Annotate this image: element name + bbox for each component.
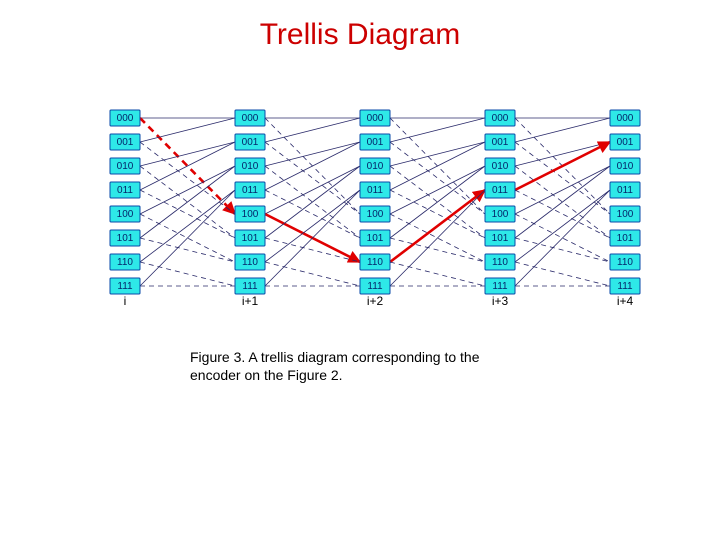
trellis-edge — [390, 190, 485, 286]
trellis-edge — [140, 142, 235, 190]
state-label: 111 — [617, 281, 633, 292]
trellis-edge — [140, 262, 235, 286]
trellis-edge — [265, 142, 360, 166]
state-label: 111 — [242, 281, 258, 292]
state-label: 001 — [617, 137, 634, 148]
trellis-edge — [140, 142, 235, 166]
trellis-edge — [265, 166, 360, 214]
state-label: 101 — [117, 233, 134, 244]
trellis-edge — [265, 262, 360, 286]
state-label: 011 — [117, 185, 133, 196]
trellis-edge — [140, 166, 235, 214]
state-label: 101 — [242, 233, 259, 244]
state-label: 110 — [492, 257, 508, 268]
state-label: 011 — [617, 185, 633, 196]
state-label: 110 — [242, 257, 258, 268]
trellis-edge — [390, 118, 485, 142]
state-label: 001 — [492, 137, 509, 148]
state-label: 000 — [617, 113, 634, 124]
state-label: 101 — [492, 233, 509, 244]
trellis-edge — [265, 142, 360, 214]
trellis-edge — [265, 238, 360, 262]
trellis-diagram: 000 001 010 011 100 101 110 111 i 000 001 010 011 100… — [90, 100, 650, 330]
trellis-edge — [515, 262, 610, 286]
trellis-edge — [515, 118, 610, 142]
state-label: 011 — [242, 185, 258, 196]
trellis-edge — [390, 142, 485, 190]
trellis-edge — [515, 190, 610, 286]
state-label: 111 — [492, 281, 508, 292]
trellis-edge — [515, 142, 610, 166]
state-label: 001 — [242, 137, 259, 148]
trellis-edge — [515, 142, 610, 190]
trellis-edge — [265, 118, 360, 142]
trellis-edge — [515, 142, 610, 214]
stage-label: i+1 — [242, 294, 259, 308]
state-label: 111 — [117, 281, 133, 292]
trellis-edge — [515, 238, 610, 262]
trellis-edge — [140, 238, 235, 262]
trellis-edge — [140, 190, 235, 238]
state-label: 011 — [492, 185, 508, 196]
trellis-edge — [140, 190, 235, 286]
trellis-edge — [390, 142, 485, 214]
state-label: 010 — [117, 161, 134, 172]
stage-label: i — [124, 294, 127, 308]
trellis-edge — [515, 166, 610, 214]
state-label: 010 — [242, 161, 259, 172]
figure-caption: Figure 3. A trellis diagram correspondin… — [190, 348, 530, 384]
state-label: 000 — [117, 113, 134, 124]
state-label: 010 — [492, 161, 509, 172]
stage-label: i+4 — [617, 294, 634, 308]
state-label: 101 — [617, 233, 634, 244]
trellis-edge — [140, 190, 235, 262]
state-label: 100 — [367, 209, 384, 220]
state-label: 000 — [492, 113, 509, 124]
trellis-edge — [265, 190, 360, 262]
state-label: 100 — [617, 209, 634, 220]
state-label: 110 — [617, 257, 633, 268]
state-label: 011 — [367, 185, 383, 196]
stage-label: i+2 — [367, 294, 384, 308]
state-label: 111 — [367, 281, 383, 292]
trellis-edge — [390, 142, 485, 166]
state-label: 110 — [367, 257, 383, 268]
diagram-title: Trellis Diagram — [0, 18, 720, 52]
state-label: 000 — [242, 113, 259, 124]
trellis-edge — [390, 190, 485, 238]
trellis-edge — [390, 190, 485, 262]
trellis-edge — [515, 190, 610, 262]
trellis-edge — [390, 262, 485, 286]
trellis-edge — [265, 142, 360, 190]
trellis-edge — [140, 118, 235, 142]
state-label: 010 — [367, 161, 384, 172]
state-label: 001 — [367, 137, 384, 148]
stage-label: i+3 — [492, 294, 509, 308]
state-label: 100 — [242, 209, 259, 220]
trellis-edge — [265, 190, 360, 238]
state-label: 100 — [492, 209, 509, 220]
trellis-edge — [515, 190, 610, 238]
trellis-edge — [140, 142, 235, 214]
trellis-edge — [265, 190, 360, 286]
state-label: 000 — [367, 113, 384, 124]
state-label: 100 — [117, 209, 134, 220]
state-label: 001 — [117, 137, 134, 148]
state-label: 101 — [367, 233, 384, 244]
state-label: 110 — [117, 257, 133, 268]
state-label: 010 — [617, 161, 634, 172]
trellis-edge — [390, 166, 485, 214]
